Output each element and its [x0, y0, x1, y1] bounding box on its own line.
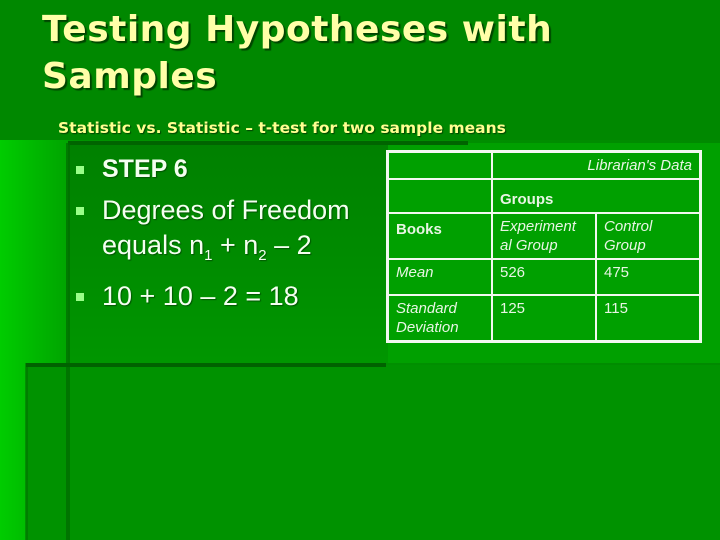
table-cell: 475 — [595, 258, 702, 296]
decorative-line — [26, 363, 386, 367]
table-cell: 125 — [491, 294, 597, 343]
bullet-text: STEP 6 — [102, 155, 188, 183]
slide-title: Testing Hypotheses with Samples — [42, 9, 553, 97]
bullet-item: 10 + 10 – 2 = 18 — [74, 279, 394, 314]
square-bullet-icon — [76, 166, 84, 174]
square-bullet-icon — [76, 207, 84, 215]
bullet-item: STEP 6 — [74, 152, 394, 187]
table-row: Mean 526 475 — [386, 258, 702, 296]
bullet-list: STEP 6 Degrees of Freedom equals n1 + n2… — [74, 152, 394, 320]
row-header-label: Books — [386, 212, 493, 260]
table-cell — [386, 150, 493, 180]
slide-subtitle: Statistic vs. Statistic – t-test for two… — [58, 119, 506, 137]
table-row: Groups — [386, 178, 702, 214]
row-label: Standard Deviation — [386, 294, 493, 343]
bullet-text: 10 + 10 – 2 = 18 — [102, 281, 299, 311]
decorative-line — [66, 143, 70, 540]
square-bullet-icon — [76, 293, 84, 301]
row-label: Mean — [386, 258, 493, 296]
decorative-line — [25, 363, 28, 540]
column-header: Control Group — [595, 212, 702, 260]
decorative-line — [68, 141, 468, 145]
table-row: Librarian's Data — [386, 150, 702, 180]
bullet-text: – 2 — [266, 230, 312, 260]
bullet-item: Degrees of Freedom equals n1 + n2 – 2 — [74, 193, 394, 273]
table-cell — [386, 178, 493, 214]
group-header: Groups — [491, 178, 702, 214]
subscript: 2 — [258, 247, 267, 264]
table-caption: Librarian's Data — [491, 150, 702, 180]
background-bottom-panel — [26, 365, 720, 540]
column-header: Experiment al Group — [491, 212, 597, 260]
table-cell: 526 — [491, 258, 597, 296]
librarian-data-table: Librarian's Data Groups Books Experiment… — [386, 150, 702, 343]
table-row: Standard Deviation 125 115 — [386, 294, 702, 343]
bullet-text: + n — [212, 230, 259, 260]
table-cell: 115 — [595, 294, 702, 343]
table-row: Books Experiment al Group Control Group — [386, 212, 702, 260]
